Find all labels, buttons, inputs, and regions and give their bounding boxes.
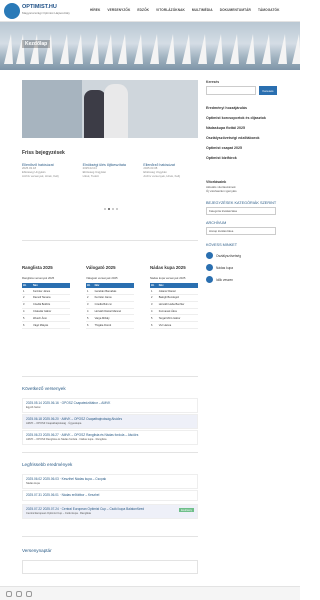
table-row: 4 Czakulár Gábor (22, 308, 70, 316)
sidebar-link[interactable]: Nádaskupa flottái 2025 (206, 126, 280, 131)
divider (22, 536, 198, 537)
post-card[interactable]: Ellenőrző hatósúzat 2025.03.18 Ebtösség … (22, 163, 77, 178)
recent-posts-list: Ellenőrző hatósúzat 2025.03.18 Ebtösség … (22, 163, 198, 178)
site-name[interactable]: OPTIMIST.HU (22, 4, 57, 10)
table-row: 2 Kerzsler János (86, 294, 134, 302)
table-row: 2 Balogh Bendegúz (150, 294, 198, 302)
site-logo-icon[interactable] (4, 3, 20, 19)
main-nav: HÍREK VERSENYZŐK EDZŐK VITORLÁZÓKNAK MUL… (90, 8, 280, 12)
table-row: 5 Wusch Áron (22, 314, 70, 323)
nav-item-edzok[interactable]: EDZŐK (137, 8, 149, 12)
featured-image-slider[interactable] (22, 80, 198, 138)
post-card[interactable]: Elnökségi ülés löjtkeszítata 2025.02.04 … (83, 163, 138, 178)
sidebar-link[interactable]: Osztályszövetségi edzőtáborok (206, 136, 280, 141)
header: OPTIMIST.HU Magyarországi Optimist Hajóo… (0, 0, 300, 22)
social-title: KÖVESS MINKET (206, 243, 238, 247)
result-badge: Eredmény (179, 508, 194, 513)
post-card[interactable]: Ellenőrző hatósúzat 2025.03.08 Ebtösség … (143, 163, 198, 178)
sidebar-link[interactable]: Eredményi hozzájárulás (206, 106, 280, 111)
category-select[interactable]: Kategória kiválasztása (206, 207, 276, 215)
archive-select[interactable]: Hónap kiválasztása (206, 227, 276, 235)
divider (22, 452, 198, 453)
nav-item-vitorlazoknak[interactable]: VITORLÁZÓKNAK (156, 8, 185, 12)
table-row: 5 Tergal Mirró Gábor (150, 314, 198, 323)
instagram-icon (206, 276, 213, 283)
site-tagline: Magyarországi Optimist Hajóosztály (22, 11, 70, 15)
facebook-icon (206, 264, 213, 271)
result-item[interactable]: 2025.07.22 2025.07.24 · Central European… (22, 504, 198, 519)
nav-item-dokumentumtar[interactable]: DOKUMENTUMTÁR (220, 8, 251, 12)
table-row: 3 Czedlá Boldizs (22, 301, 70, 309)
divider (22, 376, 198, 377)
table-row: 2 Damoli Tamara (22, 294, 70, 302)
event-item[interactable]: 2025.06.18 2025.06.20 · AMVK – OPOSZ Csa… (22, 414, 198, 429)
search-button[interactable]: Keresés (259, 86, 277, 95)
calendar-title: Versenynaptár (22, 548, 52, 553)
search-input[interactable] (206, 86, 256, 95)
facebook-icon[interactable] (6, 591, 12, 597)
ranking-table-valogato: Válogató 2025 Válogató versenyek 2025 Hl… (86, 256, 134, 329)
footer (0, 586, 300, 600)
table-row: 5 Varga Mihály (86, 314, 134, 323)
event-item[interactable]: 2025.06.23 2025.06.27 · AMVK – OPOSZ Ran… (22, 430, 198, 445)
table-row: 6 Vivi Hanna (150, 321, 198, 329)
nav-item-multimedia[interactable]: MULTIMÉDIA (192, 8, 213, 12)
nav-item-versenyzok[interactable]: VERSENYZŐK (107, 8, 130, 12)
table-row: 4 Furmanek Ákos (150, 308, 198, 316)
search-form: Keresés (206, 86, 280, 95)
social-link[interactable]: Nádas kupa (206, 264, 280, 271)
table-row: 4 Horváth Dániel Mannel (86, 308, 134, 316)
latest-results-title: Legfrissebb eredmények (22, 462, 73, 467)
upcoming-events-title: Következő versenyek (22, 386, 66, 391)
sidebar: Keresés Keresés Eredményi hozzájárulás O… (206, 80, 280, 283)
table-row: 6 Thígáta Dorott (86, 321, 134, 329)
result-item[interactable]: 2025.07.31 2025.06.01 · Nádas erőfátbor … (22, 490, 198, 501)
ranking-tables: Ranglista 2025 Ranglista versenyek 2025 … (22, 256, 198, 329)
result-item[interactable]: 2025.06.02 2025.06.03 · Keszthel Nádas k… (22, 474, 198, 489)
social-link[interactable]: Osztályszövetség (206, 252, 280, 259)
table-row: 6 Vágó Mátyás (22, 321, 70, 329)
search-label: Keresés (206, 80, 220, 84)
divider (22, 240, 198, 241)
calendar-widget[interactable] (22, 560, 198, 574)
facebook-icon (206, 252, 213, 259)
recent-posts-title: Friss bejegyzések (22, 150, 65, 156)
table-row: 3 Horváth Haba Benhler (150, 301, 198, 309)
sidebar-link[interactable]: Optimist korcsoportok és díjasztok (206, 116, 280, 121)
instagram-icon[interactable] (16, 591, 22, 597)
event-item[interactable]: 2025.05.14 2025.06.16 · OPOSZ Csapatedző… (22, 398, 198, 413)
social-link[interactable]: Idők veszen (206, 276, 280, 283)
nav-item-hirek[interactable]: HÍREK (90, 8, 100, 12)
ranking-table-nadas: Nádas kupa 2025 Nádas kupa versenyek 202… (150, 256, 198, 329)
ranking-table-ranglista: Ranglista 2025 Ranglista versenyek 2025 … (22, 256, 70, 329)
category-title: BEJEGYZÉSEK KATEGÓRIÁK SZERINT (206, 201, 277, 205)
page-title: Kezdőlap (22, 40, 51, 48)
sidebar-link[interactable]: Optimist csapat 2025 (206, 146, 280, 151)
slider-dots[interactable] (104, 208, 118, 210)
archive-title: ARCHÍVUM (206, 221, 227, 225)
youtube-icon[interactable] (26, 591, 32, 597)
table-row: 3 Czedlá Buli csi (86, 301, 134, 309)
nav-item-tamogatok[interactable]: TÁMOGATÓK (258, 8, 280, 12)
